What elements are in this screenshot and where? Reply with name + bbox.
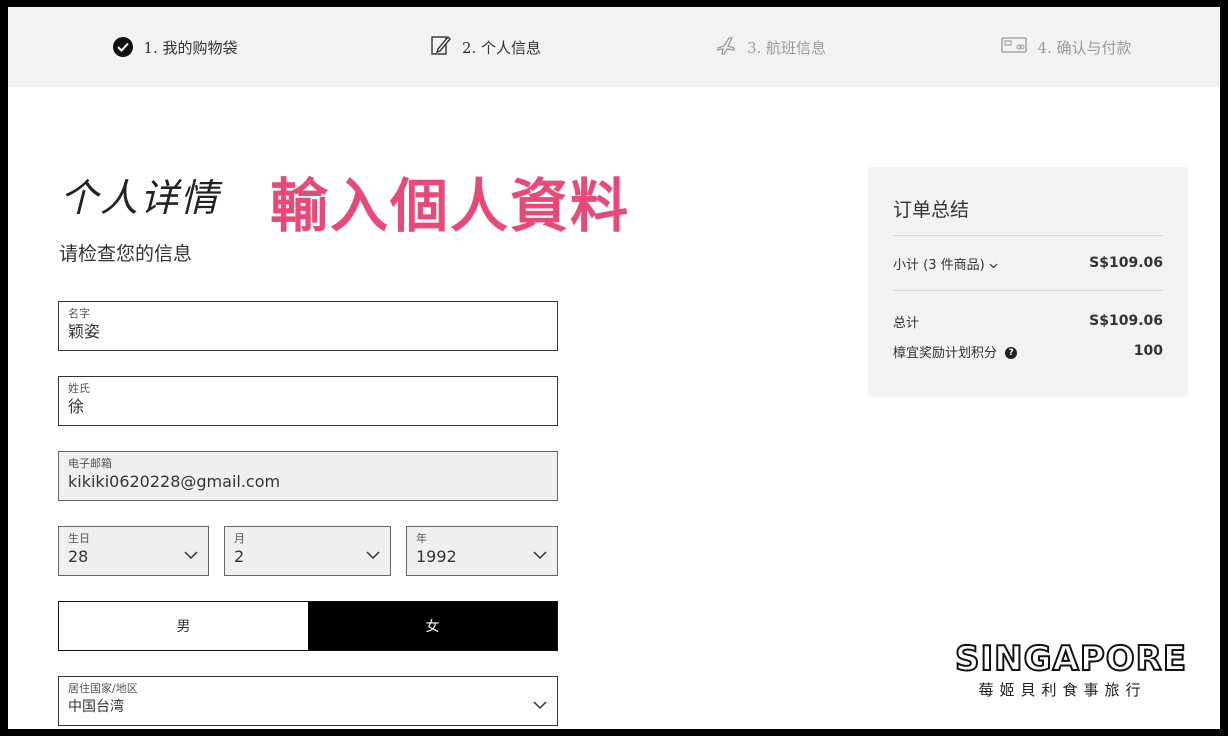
total-row: 总计 S$109.06: [893, 306, 1163, 336]
logo-main-text: SINGAPORE: [954, 638, 1188, 680]
summary-title: 订单总结: [893, 199, 970, 221]
field-label: 生日: [68, 532, 90, 545]
field-value: 28: [68, 547, 89, 566]
overlay-caption: 輸入個人資料: [270, 172, 631, 240]
field-label: 名字: [68, 307, 90, 320]
step-label: 我的购物袋: [162, 38, 238, 57]
total-value: S$109.06: [1089, 313, 1163, 329]
country-select[interactable]: 居住国家/地区 中国台湾: [58, 676, 558, 726]
step-label: 航班信息: [766, 38, 827, 57]
summary-divider: [893, 290, 1163, 291]
question-help-icon[interactable]: ?: [1005, 347, 1018, 359]
pencil-edit-icon: [430, 34, 452, 60]
points-label: 樟宜奖励计划积分: [893, 345, 998, 361]
chevron-down-icon: [366, 544, 380, 563]
gender-male-button[interactable]: 男: [59, 602, 308, 650]
checkout-stepper: 1. 我的购物袋 2. 个人信息 3. 航班信息 4. 确认与付款: [8, 7, 1220, 87]
field-label: 年: [416, 532, 427, 545]
credit-card-icon: [1001, 36, 1028, 58]
step-label: 确认与付款: [1056, 38, 1132, 57]
page-subtitle: 请检查您的信息: [59, 243, 193, 265]
last-name-field[interactable]: 姓氏 徐: [58, 376, 558, 426]
step-number: 3.: [746, 38, 762, 57]
points-row: 樟宜奖励计划积分 ? 100: [893, 336, 1163, 366]
field-value: 徐: [68, 397, 85, 416]
first-name-field[interactable]: 名字 颖姿: [58, 301, 558, 351]
gender-female-button[interactable]: 女: [308, 602, 557, 650]
chevron-down-icon: [184, 544, 198, 563]
birth-year-select[interactable]: 年 1992: [406, 526, 558, 576]
check-circle-icon: [113, 37, 134, 57]
chevron-down-icon: [989, 258, 998, 273]
subtotal-label: 小计 (3 件商品): [893, 257, 985, 273]
email-field: 电子邮箱 kikiki0620228@gmail.com: [58, 451, 558, 501]
field-label: 居住国家/地区: [68, 682, 138, 695]
page-title: 个人详情: [60, 176, 221, 220]
step-number: 4.: [1037, 38, 1052, 57]
step-label: 个人信息: [481, 38, 542, 57]
page-frame: 1. 我的购物袋 2. 个人信息 3. 航班信息 4. 确认与付款 个人详情 輸…: [8, 7, 1220, 729]
gender-toggle: 男 女: [58, 601, 558, 651]
field-value: kikiki0620228@gmail.com: [68, 472, 281, 491]
field-value: 中国台湾: [68, 699, 124, 715]
step-shopping-bag[interactable]: 1. 我的购物袋: [8, 27, 343, 67]
step-personal-info[interactable]: 2. 个人信息: [343, 27, 628, 67]
total-label: 总计: [893, 315, 920, 331]
step-confirm-payment[interactable]: 4. 确认与付款: [913, 27, 1220, 67]
step-flight-info[interactable]: 3. 航班信息: [628, 27, 913, 67]
step-number: 1.: [143, 38, 158, 57]
step-number: 2.: [461, 38, 477, 57]
field-value: 1992: [416, 547, 457, 566]
points-value: 100: [1133, 343, 1163, 359]
subtotal-value: S$109.06: [1089, 255, 1163, 271]
chevron-down-icon: [533, 694, 547, 713]
field-label: 电子邮箱: [68, 457, 112, 470]
chevron-down-icon: [533, 544, 547, 563]
logo-sub-text: 莓姬貝利食事旅行: [978, 681, 1147, 699]
birth-month-select[interactable]: 月 2: [224, 526, 391, 576]
order-summary: 订单总结 小计 (3 件商品) S$109.06 总计 S$109.06 樟宜奖…: [868, 167, 1188, 397]
airplane-icon: [715, 34, 737, 60]
field-label: 月: [234, 532, 245, 545]
field-label: 姓氏: [68, 382, 90, 395]
subtotal-row[interactable]: 小计 (3 件商品) S$109.06: [893, 236, 1163, 290]
field-value: 2: [234, 547, 245, 566]
field-value: 颖姿: [68, 322, 101, 341]
watermark-logo: SINGAPORE 莓姬貝利食事旅行: [954, 638, 1188, 700]
birth-day-select[interactable]: 生日 28: [58, 526, 209, 576]
